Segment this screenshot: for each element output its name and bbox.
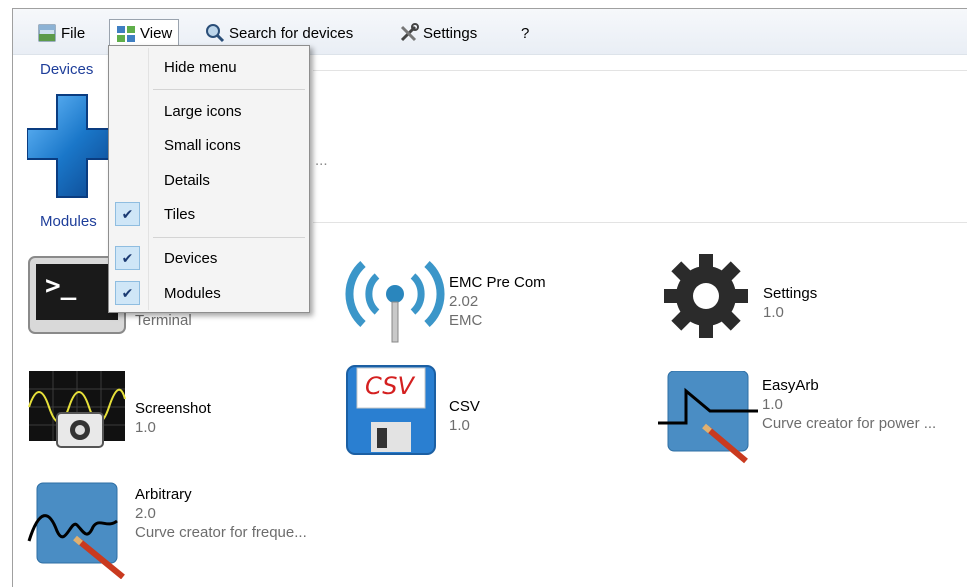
menu-item-label: Small icons <box>164 136 241 154</box>
module-tile-arbitrary[interactable]: Arbitrary 2.0 Curve creator for freque..… <box>27 479 307 580</box>
module-name: Arbitrary <box>135 486 192 503</box>
menu-file[interactable]: File <box>31 19 91 47</box>
menu-item-hide-menu[interactable]: Hide menu <box>111 52 307 82</box>
menu-item-tiles[interactable]: ✔ Tiles <box>111 199 307 229</box>
menu-separator <box>153 89 305 90</box>
gear-icon <box>661 251 761 341</box>
checkmark-icon: ✔ <box>115 281 140 305</box>
module-version: 2.0 <box>135 505 156 522</box>
file-icon <box>37 23 57 43</box>
checkmark-icon: ✔ <box>115 246 140 270</box>
oscilloscope-camera-icon <box>27 369 135 459</box>
antenna-icon <box>345 254 445 344</box>
menu-item-devices[interactable]: ✔ Devices <box>111 243 307 273</box>
module-tile-easyarb[interactable]: EasyArb 1.0 Curve creator for power ... <box>658 370 937 464</box>
module-desc: Terminal <box>135 312 192 329</box>
group-header-devices: Devices <box>40 61 94 78</box>
menu-separator <box>153 237 305 238</box>
module-desc: Curve creator for freque... <box>135 524 307 541</box>
module-version: 1.0 <box>762 396 783 413</box>
module-name: EasyArb <box>762 377 819 394</box>
module-version: 1.0 <box>449 417 470 434</box>
menu-item-label: Hide menu <box>164 58 237 76</box>
module-desc: Curve creator for power ... <box>762 415 937 432</box>
menu-item-label: Devices <box>164 249 218 267</box>
menu-item-label: Details <box>164 171 210 189</box>
module-name: CSV <box>449 398 480 415</box>
add-device-icon <box>26 94 118 198</box>
terminal-prompt-text: >_ <box>45 271 77 301</box>
menu-item-label: Modules <box>164 284 221 302</box>
module-tile-csv[interactable]: CSV CSV 1.0 <box>345 364 480 455</box>
module-tile-emc-pre-com[interactable]: EMC Pre Com 2.02 EMC <box>345 254 546 344</box>
module-desc: EMC <box>449 312 483 329</box>
view-dropdown-menu: Hide menu Large icons Small icons Detail… <box>108 45 310 313</box>
device-add-tile[interactable] <box>26 93 118 199</box>
module-version: 1.0 <box>135 419 156 436</box>
csv-floppy-icon: CSV <box>345 364 449 455</box>
menu-settings[interactable]: Settings <box>393 19 483 47</box>
group-divider-modules <box>313 222 967 223</box>
menu-view-label: View <box>140 25 173 42</box>
module-version: 2.02 <box>449 293 479 310</box>
menu-item-details[interactable]: Details <box>111 165 307 195</box>
menu-item-label: Large icons <box>164 102 242 120</box>
module-name: Settings <box>763 285 818 302</box>
module-tile-screenshot[interactable]: Screenshot 1.0 <box>27 369 211 459</box>
csv-icon-text: CSV <box>365 372 414 400</box>
easyarb-curve-icon <box>658 370 762 464</box>
menu-item-label: Tiles <box>164 205 196 223</box>
menu-search-devices[interactable]: Search for devices <box>199 19 359 47</box>
menu-help[interactable]: ? <box>515 19 535 47</box>
arbitrary-curve-icon <box>27 479 135 580</box>
settings-tools-icon <box>399 23 419 43</box>
module-name: EMC Pre Com <box>449 274 546 291</box>
menu-search-label: Search for devices <box>229 24 354 42</box>
menu-file-label: File <box>61 24 86 42</box>
menu-item-modules[interactable]: ✔ Modules <box>111 278 307 308</box>
search-icon <box>205 23 225 43</box>
module-name: Screenshot <box>135 400 211 417</box>
view-icon <box>116 24 136 44</box>
menu-item-large-icons[interactable]: Large icons <box>111 96 307 126</box>
menu-settings-label: Settings <box>423 24 478 42</box>
menu-help-label: ? <box>521 24 530 42</box>
devices-ellipsis: ... <box>315 152 328 169</box>
group-header-modules: Modules <box>40 213 97 230</box>
module-tile-settings[interactable]: Settings 1.0 <box>661 251 817 341</box>
module-version: 1.0 <box>763 304 784 321</box>
checkmark-icon: ✔ <box>115 202 140 226</box>
menu-item-small-icons[interactable]: Small icons <box>111 130 307 160</box>
group-divider-devices <box>313 70 967 71</box>
